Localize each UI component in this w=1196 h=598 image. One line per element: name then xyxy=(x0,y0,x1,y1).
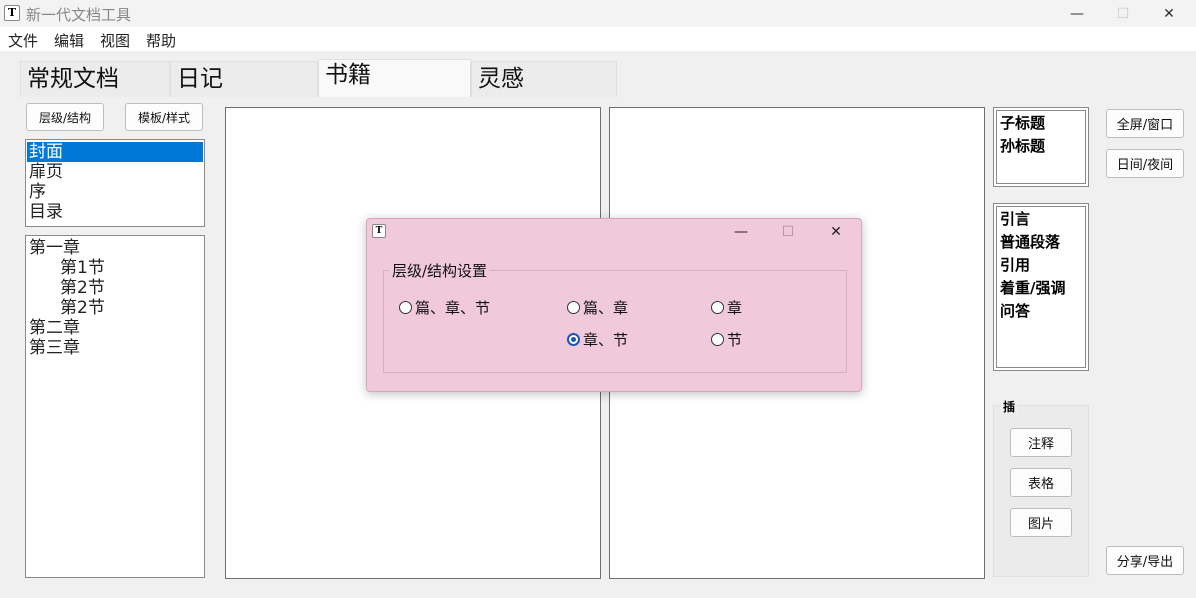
radio-chapter[interactable]: 章 xyxy=(711,297,742,318)
menu-view[interactable]: 视图 xyxy=(100,30,130,51)
fullscreen-toggle-button[interactable]: 全屏/窗口 xyxy=(1106,109,1184,138)
share-export-button[interactable]: 分享/导出 xyxy=(1106,546,1184,575)
radio-label: 节 xyxy=(727,331,743,349)
app-icon: T xyxy=(4,5,20,21)
style-item[interactable]: 孙标题 xyxy=(994,135,1088,158)
radio-unchecked-icon xyxy=(711,333,724,346)
close-button[interactable]: ✕ xyxy=(1146,0,1192,27)
outline-item[interactable]: 第二章 xyxy=(27,318,203,338)
template-button[interactable]: 模板/样式 xyxy=(125,103,203,131)
style-item[interactable]: 子标题 xyxy=(994,112,1088,135)
structure-group-label: 层级/结构设置 xyxy=(389,260,491,281)
maximize-icon: ☐ xyxy=(781,224,795,240)
radio-volume-chapter-section[interactable]: 篇、章、节 xyxy=(399,297,490,318)
minimize-button[interactable]: — xyxy=(1054,0,1100,27)
style-item[interactable]: 问答 xyxy=(994,300,1088,323)
tab-inspiration[interactable]: 灵感 xyxy=(471,61,617,97)
radio-label: 章 xyxy=(727,299,743,317)
radio-label: 篇、章、节 xyxy=(415,299,491,317)
outline-item[interactable]: 第1节 xyxy=(27,258,203,278)
day-night-toggle-button[interactable]: 日间/夜间 xyxy=(1106,149,1184,178)
paragraph-style-list[interactable]: 引言 普通段落 引用 着重/强调 问答 xyxy=(993,203,1089,371)
title-bar: T 新一代文档工具 — ☐ ✕ xyxy=(0,0,1196,27)
menu-bar: 文件 编辑 视图 帮助 xyxy=(0,27,1196,51)
radio-label: 章、节 xyxy=(583,331,629,349)
radio-checked-icon xyxy=(567,333,580,346)
insert-image-button[interactable]: 图片 xyxy=(1010,508,1072,537)
maximize-button[interactable]: ☐ xyxy=(1100,0,1146,27)
style-item[interactable]: 引用 xyxy=(994,254,1088,277)
insert-note-button[interactable]: 注释 xyxy=(1010,428,1072,457)
list-item[interactable]: 封面 xyxy=(27,142,203,162)
outline-item[interactable]: 第2节 xyxy=(27,298,203,318)
tab-bar: 常规文档 日记 书籍 灵感 xyxy=(0,51,1196,97)
structure-button[interactable]: 层级/结构 xyxy=(26,103,104,131)
window-title: 新一代文档工具 xyxy=(26,6,132,24)
front-matter-list[interactable]: 封面 扉页 序 目录 xyxy=(25,139,205,227)
minimize-icon: — xyxy=(1070,5,1084,22)
radio-section[interactable]: 节 xyxy=(711,329,742,350)
insert-group-label: 插 xyxy=(1001,400,1018,414)
tab-books[interactable]: 书籍 xyxy=(318,59,471,97)
structure-settings-dialog: T — ☐ ✕ 层级/结构设置 篇、章、节 篇、章 章 章、节 节 xyxy=(366,218,862,392)
close-icon: ✕ xyxy=(1163,5,1175,22)
menu-help[interactable]: 帮助 xyxy=(146,30,176,51)
radio-chapter-section[interactable]: 章、节 xyxy=(567,329,628,350)
radio-volume-chapter[interactable]: 篇、章 xyxy=(567,297,628,318)
menu-edit[interactable]: 编辑 xyxy=(54,30,84,51)
outline-item[interactable]: 第2节 xyxy=(27,278,203,298)
dialog-app-icon: T xyxy=(372,224,386,238)
radio-unchecked-icon xyxy=(711,301,724,314)
heading-style-list[interactable]: 子标题 孙标题 xyxy=(993,107,1089,187)
dialog-maximize-button[interactable]: ☐ xyxy=(765,219,811,245)
insert-table-button[interactable]: 表格 xyxy=(1010,468,1072,497)
outline-item[interactable]: 第三章 xyxy=(27,338,203,358)
list-item[interactable]: 目录 xyxy=(27,202,203,222)
maximize-icon: ☐ xyxy=(1116,5,1130,22)
style-item[interactable]: 引言 xyxy=(994,208,1088,231)
list-item[interactable]: 序 xyxy=(27,182,203,202)
list-item[interactable]: 扉页 xyxy=(27,162,203,182)
chapter-outline[interactable]: 第一章 第1节 第2节 第2节 第二章 第三章 xyxy=(25,235,205,578)
dialog-minimize-button[interactable]: — xyxy=(718,219,764,245)
radio-label: 篇、章 xyxy=(583,299,629,317)
outline-item[interactable]: 第一章 xyxy=(27,238,203,258)
style-item[interactable]: 普通段落 xyxy=(994,231,1088,254)
radio-unchecked-icon xyxy=(567,301,580,314)
tab-general-docs[interactable]: 常规文档 xyxy=(20,61,170,97)
tab-diary[interactable]: 日记 xyxy=(170,61,318,97)
radio-unchecked-icon xyxy=(399,301,412,314)
minimize-icon: — xyxy=(734,224,748,240)
style-item[interactable]: 着重/强调 xyxy=(994,277,1088,300)
structure-option-group xyxy=(383,270,847,373)
dialog-close-button[interactable]: ✕ xyxy=(813,219,859,245)
menu-file[interactable]: 文件 xyxy=(8,30,38,51)
close-icon: ✕ xyxy=(830,224,842,240)
